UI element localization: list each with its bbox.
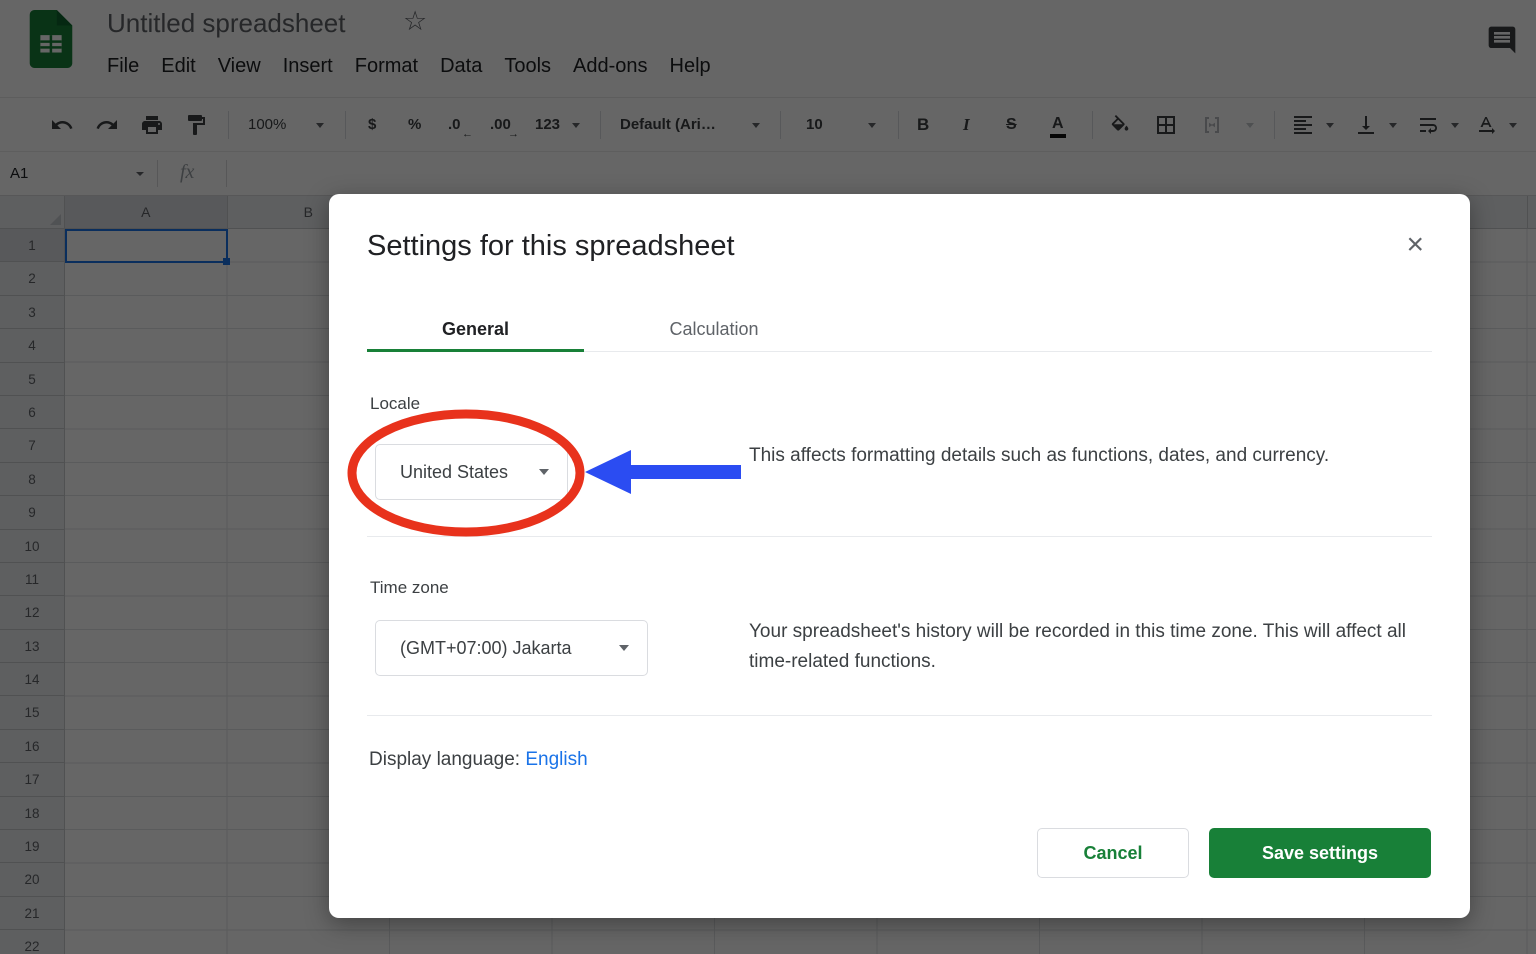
cancel-button[interactable]: Cancel (1037, 828, 1189, 878)
save-settings-button[interactable]: Save settings (1209, 828, 1431, 878)
display-language-row: Display language: English (369, 749, 588, 771)
dialog-tabs: General Calculation (367, 314, 1432, 352)
timezone-value: (GMT+07:00) Jakarta (400, 638, 572, 659)
timezone-select[interactable]: (GMT+07:00) Jakarta (375, 620, 648, 676)
timezone-caret-icon (619, 645, 629, 651)
settings-dialog: Settings for this spreadsheet × General … (329, 194, 1470, 918)
display-language-label: Display language: (369, 749, 520, 770)
locale-caret-icon (539, 469, 549, 475)
tab-general[interactable]: General (367, 314, 584, 352)
timezone-label: Time zone (370, 578, 449, 598)
locale-label: Locale (370, 394, 420, 414)
tab-calculation[interactable]: Calculation (584, 314, 844, 352)
close-icon[interactable]: × (1406, 230, 1424, 260)
screen: Untitled spreadsheet ☆ FileEditViewInser… (0, 0, 1536, 954)
locale-select[interactable]: United States (375, 444, 568, 500)
locale-value: United States (400, 462, 508, 483)
dialog-title: Settings for this spreadsheet (367, 230, 735, 263)
timezone-description: Your spreadsheet's history will be recor… (749, 617, 1409, 677)
locale-description: This affects formatting details such as … (749, 441, 1349, 471)
divider (367, 715, 1432, 716)
display-language-link[interactable]: English (525, 749, 587, 770)
divider (367, 536, 1432, 537)
